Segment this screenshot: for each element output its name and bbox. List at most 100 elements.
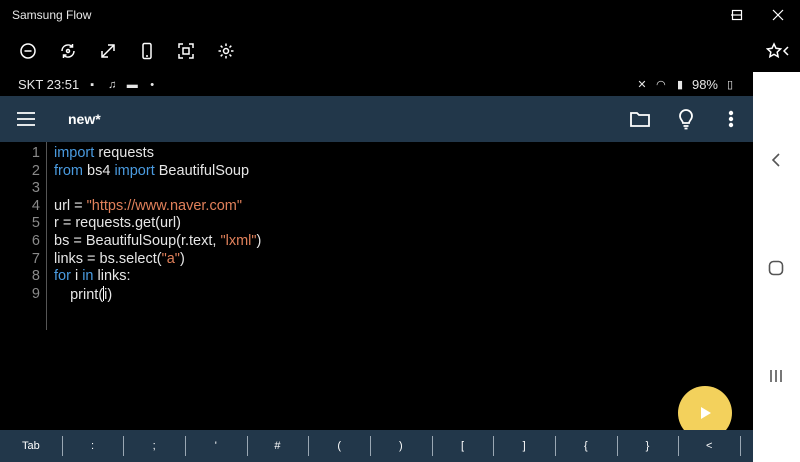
symbol-key[interactable]: ;	[123, 430, 185, 462]
code-text: from bs4 import BeautifulSoup	[54, 163, 249, 179]
mute-icon: ✕	[637, 79, 647, 91]
recents-icon	[770, 370, 782, 382]
code-line[interactable]: 7 links = bs.select("a")	[0, 251, 700, 269]
code-line[interactable]: 1 import requests	[0, 145, 700, 163]
expand-button[interactable]	[96, 39, 120, 63]
chat-icon: ▬	[126, 78, 138, 91]
hamburger-menu-icon	[17, 112, 35, 126]
back-chevron-icon	[771, 153, 780, 167]
code-text: url = "https://www.naver.com"	[54, 198, 242, 214]
play-icon	[701, 407, 711, 419]
code-text: r = requests.get(url)	[54, 215, 181, 231]
android-nav-bar	[753, 72, 800, 462]
code-token: links:	[93, 268, 131, 285]
recents-button[interactable]	[764, 364, 788, 388]
keyword-token: in	[82, 268, 94, 285]
symbol-key[interactable]: <	[678, 430, 740, 462]
screenshot-icon	[178, 43, 194, 59]
string-token: "lxml"	[220, 233, 257, 249]
close-icon	[772, 9, 784, 21]
line-number: 4	[31, 197, 40, 214]
android-status-bar: SKT 23:51 ▪ ♫ ▬ • ✕ ◠ ▮ 98% ▯	[0, 72, 753, 96]
symbol-key[interactable]: }	[617, 430, 679, 462]
keyword-token: import	[114, 162, 155, 179]
more-options-button[interactable]	[719, 107, 743, 131]
message-icon: ▪	[90, 78, 95, 91]
samsung-flow-toolbar	[0, 30, 800, 72]
menu-button[interactable]	[14, 107, 38, 131]
symbol-key[interactable]: #	[247, 430, 309, 462]
favorite-button[interactable]	[764, 39, 794, 63]
symbol-key[interactable]: )	[370, 430, 432, 462]
code-token: BeautifulSoup	[154, 162, 250, 179]
code-token: i)	[104, 286, 113, 303]
code-text: bs = BeautifulSoup(r.text, "lxml")	[54, 233, 261, 249]
keyword-token: for	[54, 268, 71, 285]
window-title-bar: Samsung Flow	[0, 0, 800, 30]
minus-circle-button[interactable]	[16, 39, 40, 63]
window-title: Samsung Flow	[12, 8, 92, 22]
maximize-icon	[731, 9, 743, 21]
code-line[interactable]: 2 from bs4 import BeautifulSoup	[0, 163, 700, 181]
string-token: "https://www.naver.com"	[86, 197, 242, 214]
screenshot-button[interactable]	[174, 39, 198, 63]
code-editor[interactable]: 1 import requests 2 from bs4 import Beautif…	[0, 142, 753, 430]
hint-button[interactable]	[674, 107, 698, 131]
maximize-button[interactable]	[717, 0, 757, 30]
keyword-token: from	[54, 162, 83, 179]
line-number: 3	[31, 180, 40, 197]
code-line[interactable]: 9 print(i)	[0, 285, 700, 304]
code-line[interactable]: 4 url = "https://www.naver.com"	[0, 198, 700, 216]
code-line[interactable]: 3	[0, 180, 700, 198]
expand-icon	[101, 44, 115, 58]
phone-button[interactable]	[135, 39, 159, 63]
symbol-key[interactable]: (	[308, 430, 370, 462]
symbol-key[interactable]: Tab	[0, 430, 62, 462]
code-token: r = requests.get(url)	[54, 215, 181, 232]
line-number: 7	[31, 250, 40, 267]
code-token: url =	[54, 197, 87, 214]
signal-icon: ▮	[676, 79, 683, 91]
settings-icon	[218, 43, 234, 59]
code-token: bs4	[83, 162, 115, 179]
code-line[interactable]: 6 bs = BeautifulSoup(r.text, "lxml")	[0, 233, 700, 251]
symbol-key[interactable]: :	[62, 430, 124, 462]
minus-circle-icon	[20, 43, 36, 59]
home-icon	[768, 260, 784, 276]
lightbulb-icon	[679, 109, 693, 130]
code-line[interactable]: 8 for i in links:	[0, 268, 700, 286]
symbol-key[interactable]: '	[185, 430, 247, 462]
code-token: print(	[54, 286, 104, 303]
rotate-button[interactable]	[56, 39, 80, 63]
line-number: 2	[31, 162, 40, 179]
phone-icon	[142, 42, 152, 60]
line-number: 1	[31, 145, 40, 161]
code-token: requests	[94, 145, 154, 161]
code-token: )	[256, 233, 262, 249]
symbol-key[interactable]: [	[432, 430, 494, 462]
phone-screen: SKT 23:51 ▪ ♫ ▬ • ✕ ◠ ▮ 98% ▯ new* 1 imp…	[0, 72, 753, 462]
symbol-key[interactable]: ]	[493, 430, 555, 462]
key-separator	[740, 436, 741, 456]
code-line[interactable]: 5 r = requests.get(url)	[0, 215, 700, 233]
code-text: import requests	[54, 145, 154, 161]
document-title: new*	[68, 111, 101, 127]
folder-icon	[630, 112, 650, 127]
code-text: links = bs.select("a")	[54, 251, 185, 267]
settings-button[interactable]	[214, 39, 238, 63]
back-button[interactable]	[764, 148, 788, 172]
keyword-token: import	[54, 145, 95, 161]
code-token: )	[179, 250, 185, 267]
music-icon: ♫	[108, 78, 117, 91]
rotate-icon	[61, 44, 75, 58]
open-folder-button[interactable]	[628, 107, 652, 131]
close-button[interactable]	[758, 0, 798, 30]
battery-level: 98%	[691, 77, 718, 92]
line-number: 5	[31, 215, 40, 232]
code-token: bs = BeautifulSoup(r.text,	[54, 233, 221, 249]
line-number: 9	[31, 285, 40, 302]
battery-icon: ▯	[726, 79, 734, 91]
wifi-icon: ◠	[656, 79, 666, 91]
home-button[interactable]	[764, 256, 788, 280]
symbol-key[interactable]: {	[555, 430, 617, 462]
